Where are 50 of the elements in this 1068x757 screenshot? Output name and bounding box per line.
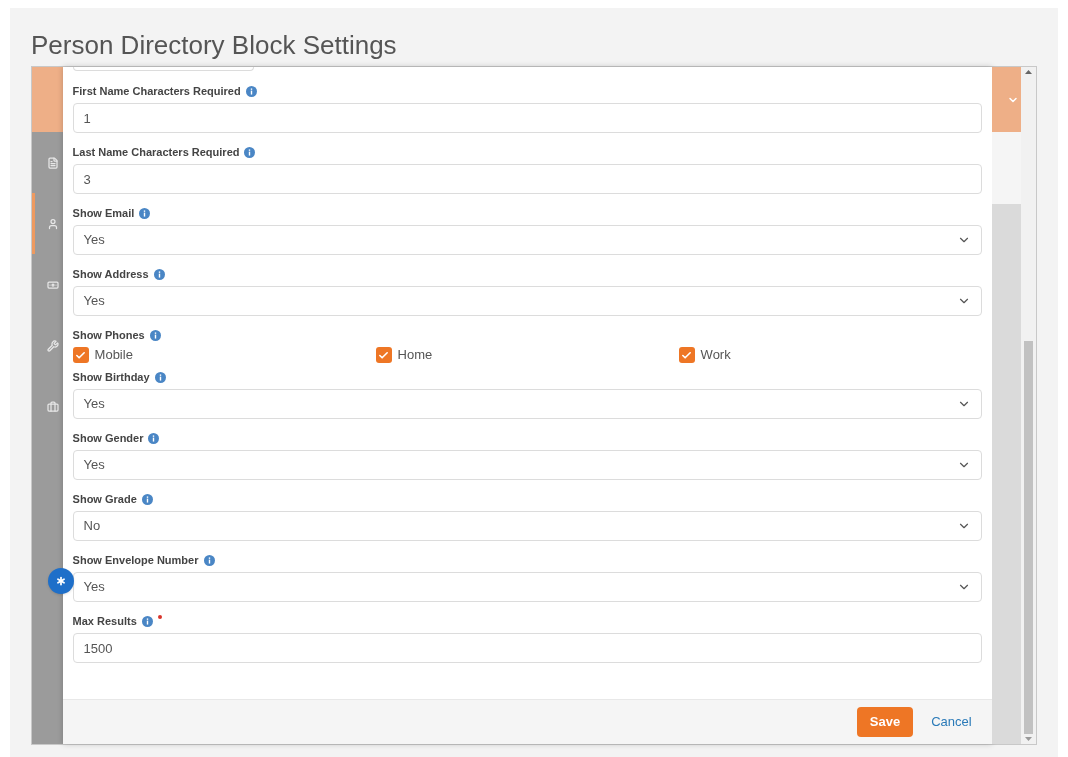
- briefcase-icon[interactable]: [46, 400, 59, 413]
- info-icon[interactable]: [153, 268, 165, 280]
- select-dropdown[interactable]: Yes: [72, 572, 982, 602]
- info-icon[interactable]: [141, 615, 153, 627]
- select-dropdown[interactable]: Yes: [72, 225, 982, 255]
- asterisk-icon: [54, 574, 68, 588]
- field-label: Show Gender: [72, 430, 144, 446]
- info-icon[interactable]: [203, 554, 215, 566]
- scroll-up-icon[interactable]: [1025, 70, 1033, 74]
- select-dropdown[interactable]: Yes: [72, 389, 982, 419]
- checkbox-label: Work: [700, 346, 731, 365]
- field-label: Show Email: [72, 205, 135, 221]
- info-icon[interactable]: [139, 207, 151, 219]
- text-input[interactable]: 1500: [72, 633, 982, 663]
- field-label: Show Phones: [72, 327, 145, 343]
- dialog-title: Person Directory Block Settings: [31, 30, 398, 62]
- select-dropdown[interactable]: No: [72, 511, 982, 541]
- checkbox-label: Mobile: [94, 346, 133, 365]
- document-icon[interactable]: [46, 156, 59, 169]
- field-label: Max Results: [72, 613, 137, 629]
- checkbox[interactable]: [678, 347, 695, 363]
- text-input[interactable]: 3: [72, 164, 982, 194]
- info-icon[interactable]: [244, 146, 256, 158]
- check-icon: [75, 349, 87, 361]
- header-bar: [32, 67, 63, 132]
- wrench-icon[interactable]: [46, 339, 59, 352]
- cancel-link[interactable]: Cancel: [931, 712, 972, 732]
- info-icon[interactable]: [245, 85, 257, 97]
- select-dropdown[interactable]: Yes: [72, 286, 982, 316]
- checkbox-label: Home: [397, 346, 433, 365]
- scrollbar[interactable]: [1021, 67, 1036, 744]
- text-input[interactable]: 1: [72, 103, 982, 133]
- field-label: Last Name Characters Required: [72, 144, 240, 160]
- checkbox[interactable]: [375, 347, 392, 363]
- info-icon[interactable]: [148, 432, 160, 444]
- checkbox[interactable]: [72, 347, 89, 363]
- info-icon[interactable]: [141, 493, 153, 505]
- select-dropdown[interactable]: Yes: [72, 450, 982, 480]
- field-label: Show Birthday: [72, 369, 150, 385]
- check-icon: [681, 349, 693, 361]
- info-icon[interactable]: [149, 329, 161, 341]
- person-icon[interactable]: [46, 217, 59, 230]
- field-label: Show Envelope Number: [72, 552, 199, 568]
- check-icon: [378, 349, 390, 361]
- field-label: First Name Characters Required: [72, 83, 241, 99]
- scroll-down-icon[interactable]: [1025, 737, 1033, 741]
- field-label: Show Grade: [72, 491, 137, 507]
- info-icon[interactable]: [154, 371, 166, 383]
- banknote-icon[interactable]: [46, 278, 59, 291]
- field-label: Show Address: [72, 266, 149, 282]
